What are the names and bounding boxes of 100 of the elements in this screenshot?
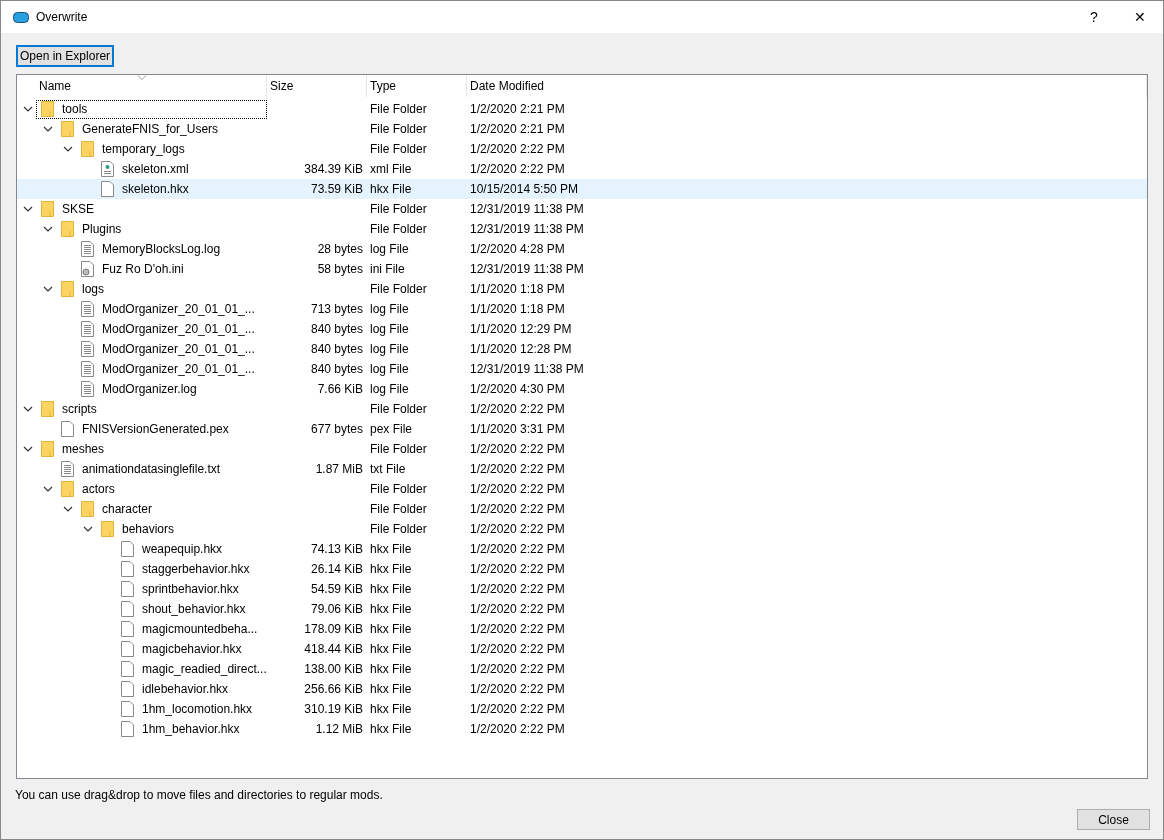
file-icon [121, 581, 134, 597]
tree-row[interactable]: skeleton.hkx 73.59 KiB hkx File 10/15/2014 5:50 PM [17, 179, 1147, 199]
tree-row[interactable]: meshes File Folder 1/2/2020 2:22 PM [17, 439, 1147, 459]
chevron-icon[interactable] [43, 486, 53, 492]
file-icon [121, 561, 134, 577]
file-size: 713 bytes [310, 302, 363, 316]
tree-row[interactable]: SKSE File Folder 12/31/2019 11:38 PM [17, 199, 1147, 219]
tree-row[interactable]: ModOrganizer_20_01_01_... 840 bytes log File 1/1/2020 12:28 PM [17, 339, 1147, 359]
tree-row[interactable]: actors File Folder 1/2/2020 2:22 PM [17, 479, 1147, 499]
tree-row[interactable]: idlebehavior.hkx 256.66 KiB hkx File 1/2/2020 2:22 PM [17, 679, 1147, 699]
chevron-icon[interactable] [23, 206, 33, 212]
tree-row[interactable]: Plugins File Folder 12/31/2019 11:38 PM [17, 219, 1147, 239]
file-name: character [102, 501, 153, 518]
text-file-icon [81, 381, 94, 397]
date-modified: 1/2/2020 2:22 PM [470, 562, 565, 576]
folder-icon [61, 281, 74, 297]
column-header[interactable]: Date Modified [467, 75, 1147, 97]
date-modified: 1/2/2020 4:28 PM [470, 242, 565, 256]
file-type: File Folder [370, 502, 427, 516]
file-size: 28 bytes [317, 242, 363, 256]
file-icon [121, 701, 134, 717]
file-size: 840 bytes [310, 362, 363, 376]
file-type: hkx File [370, 662, 412, 676]
chevron-icon[interactable] [23, 446, 33, 452]
tree-row[interactable]: GenerateFNIS_for_Users File Folder 1/2/2020 2:21 PM [17, 119, 1147, 139]
close-button[interactable]: ✕ [1117, 1, 1163, 33]
chevron-icon[interactable] [23, 406, 33, 412]
file-name: scripts [62, 401, 97, 418]
sort-indicator-icon [137, 75, 146, 80]
column-header[interactable]: Name [17, 75, 267, 97]
chevron-icon[interactable] [43, 126, 53, 132]
file-name: idlebehavior.hkx [142, 681, 229, 698]
tree-row[interactable]: logs File Folder 1/1/2020 1:18 PM [17, 279, 1147, 299]
file-type: xml File [370, 162, 412, 176]
file-size: 79.06 KiB [310, 602, 363, 616]
file-name: MemoryBlocksLog.log [102, 241, 221, 258]
file-name: magicbehavior.hkx [142, 641, 242, 658]
date-modified: 1/2/2020 2:22 PM [470, 702, 565, 716]
file-name: ModOrganizer.log [102, 381, 197, 398]
file-type: File Folder [370, 282, 427, 296]
date-modified: 12/31/2019 11:38 PM [470, 262, 584, 276]
tree-row[interactable]: ModOrganizer_20_01_01_... 840 bytes log File 1/1/2020 12:29 PM [17, 319, 1147, 339]
open-in-explorer-button[interactable]: Open in Explorer [16, 45, 115, 67]
date-modified: 1/1/2020 1:18 PM [470, 282, 565, 296]
tree-row[interactable]: 1hm_behavior.hkx 1.12 MiB hkx File 1/2/2020 2:22 PM [17, 719, 1147, 739]
folder-icon [41, 441, 54, 457]
chevron-icon[interactable] [43, 226, 53, 232]
tree-row[interactable]: skeleton.xml 384.39 KiB xml File 1/2/2020 2:22 PM [17, 159, 1147, 179]
file-name: 1hm_behavior.hkx [142, 721, 240, 738]
tree-row[interactable]: shout_behavior.hkx 79.06 KiB hkx File 1/2/2020 2:22 PM [17, 599, 1147, 619]
file-name: animationdatasinglefile.txt [82, 461, 221, 478]
tree-row[interactable]: magicmountedbeha... 178.09 KiB hkx File 1/2/2020 2:22 PM [17, 619, 1147, 639]
file-size: 418.44 KiB [304, 642, 363, 656]
help-button[interactable]: ? [1071, 1, 1117, 33]
column-header[interactable]: Type [367, 75, 467, 97]
file-type: hkx File [370, 182, 412, 196]
file-name: ModOrganizer_20_01_01_... [102, 321, 255, 338]
tree-row[interactable]: staggerbehavior.hkx 26.14 KiB hkx File 1/2/2020 2:22 PM [17, 559, 1147, 579]
tree-row[interactable]: ModOrganizer_20_01_01_... 840 bytes log File 12/31/2019 11:38 PM [17, 359, 1147, 379]
file-name: GenerateFNIS_for_Users [82, 121, 219, 138]
tree-row[interactable]: FNISVersionGenerated.pex 677 bytes pex File 1/1/2020 3:31 PM [17, 419, 1147, 439]
tree-row[interactable]: temporary_logs File Folder 1/2/2020 2:22 PM [17, 139, 1147, 159]
tree-row[interactable]: MemoryBlocksLog.log 28 bytes log File 1/2/2020 4:28 PM [17, 239, 1147, 259]
tree-row[interactable]: character File Folder 1/2/2020 2:22 PM [17, 499, 1147, 519]
file-type: pex File [370, 422, 413, 436]
folder-icon [61, 121, 74, 137]
close-dialog-button[interactable]: Close [1077, 809, 1150, 830]
file-type: File Folder [370, 142, 427, 156]
file-type: hkx File [370, 582, 412, 596]
date-modified: 1/2/2020 2:22 PM [470, 602, 565, 616]
file-icon [61, 421, 74, 437]
chevron-icon[interactable] [83, 526, 93, 532]
tree-row[interactable]: 1hm_locomotion.hkx 310.19 KiB hkx File 1/2/2020 2:22 PM [17, 699, 1147, 719]
date-modified: 1/2/2020 2:22 PM [470, 682, 565, 696]
file-icon [101, 181, 114, 197]
tree-row[interactable]: ModOrganizer.log 7.66 KiB log File 1/2/2020 4:30 PM [17, 379, 1147, 399]
tree-row[interactable]: weapequip.hkx 74.13 KiB hkx File 1/2/2020 2:22 PM [17, 539, 1147, 559]
tree-row[interactable]: scripts File Folder 1/2/2020 2:22 PM [17, 399, 1147, 419]
tree-row[interactable]: magic_readied_direct... 138.00 KiB hkx File 1/2/2020 2:22 PM [17, 659, 1147, 679]
tree-row[interactable]: Fuz Ro D'oh.ini 58 bytes ini File 12/31/2019 11:38 PM [17, 259, 1147, 279]
chevron-icon[interactable] [43, 286, 53, 292]
chevron-icon[interactable] [63, 506, 73, 512]
tree-row[interactable]: magicbehavior.hkx 418.44 KiB hkx File 1/2/2020 2:22 PM [17, 639, 1147, 659]
folder-icon [81, 501, 94, 517]
file-name: temporary_logs [102, 141, 185, 158]
date-modified: 1/2/2020 2:22 PM [470, 142, 565, 156]
file-size: 178.09 KiB [304, 622, 363, 636]
tree-row[interactable]: tools File Folder 1/2/2020 2:21 PM [17, 99, 1147, 119]
column-header[interactable]: Size [267, 75, 367, 97]
tree-row[interactable]: sprintbehavior.hkx 54.59 KiB hkx File 1/2/2020 2:22 PM [17, 579, 1147, 599]
file-name: skeleton.xml [122, 161, 189, 178]
date-modified: 1/2/2020 2:21 PM [470, 122, 565, 136]
chevron-icon[interactable] [63, 146, 73, 152]
chevron-icon[interactable] [23, 106, 33, 112]
file-type: hkx File [370, 722, 412, 736]
tree-row[interactable]: behaviors File Folder 1/2/2020 2:22 PM [17, 519, 1147, 539]
tree-row[interactable]: ModOrganizer_20_01_01_... 713 bytes log File 1/1/2020 1:18 PM [17, 299, 1147, 319]
date-modified: 1/1/2020 1:18 PM [470, 302, 565, 316]
file-name: Fuz Ro D'oh.ini [102, 261, 184, 278]
tree-row[interactable]: animationdatasinglefile.txt 1.87 MiB txt File 1/2/2020 2:22 PM [17, 459, 1147, 479]
